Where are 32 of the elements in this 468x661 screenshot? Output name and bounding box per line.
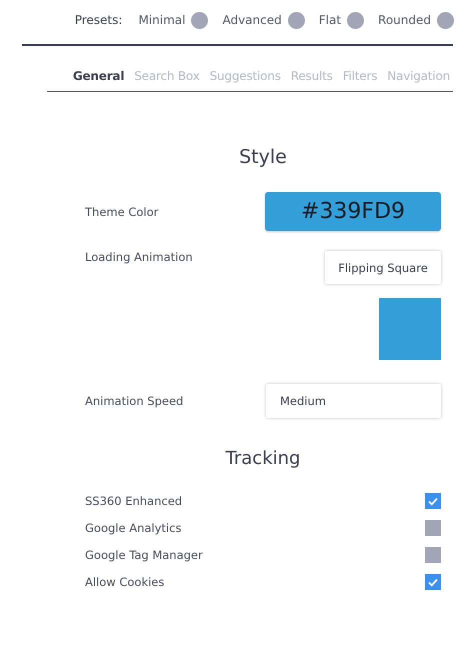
preset-label: Minimal: [138, 13, 186, 27]
checkbox-label: Google Tag Manager: [85, 548, 203, 562]
section-heading: Tracking: [224, 448, 302, 469]
section-heading: Style: [238, 146, 288, 168]
field-label: Animation Speed: [85, 394, 184, 408]
presets-label: Presets:: [74, 13, 122, 27]
preset-button[interactable]: [191, 12, 208, 28]
animation-select[interactable]: Flipping Square: [325, 251, 441, 284]
color-field[interactable]: #339FD9: [265, 192, 441, 231]
tab[interactable]: Navigation: [387, 69, 450, 83]
preset-label: Flat: [318, 13, 342, 27]
checkbox-label: Allow Cookies: [85, 575, 164, 589]
preset-button[interactable]: [288, 12, 305, 28]
tab[interactable]: General: [72, 69, 124, 83]
tab[interactable]: Results: [290, 69, 333, 83]
tab[interactable]: Filters: [342, 69, 378, 83]
checkbox[interactable]: [425, 493, 441, 509]
field-label: Loading Animation: [85, 250, 193, 264]
preset-label: Rounded: [378, 13, 431, 27]
tab[interactable]: Suggestions: [210, 69, 281, 83]
checkbox[interactable]: [425, 520, 441, 536]
preset-label: Advanced: [222, 13, 282, 27]
checkbox-label: Google Analytics: [85, 521, 182, 535]
preset-button[interactable]: [437, 12, 454, 28]
speed-select[interactable]: Medium: [266, 384, 441, 418]
preset-button[interactable]: [347, 12, 364, 28]
animation-preview: [379, 298, 441, 360]
field-label: Theme Color: [85, 204, 158, 218]
tab[interactable]: Search Box: [134, 69, 200, 83]
checkbox[interactable]: [425, 574, 441, 590]
checkbox-label: SS360 Enhanced: [85, 494, 182, 508]
checkbox[interactable]: [425, 547, 441, 563]
